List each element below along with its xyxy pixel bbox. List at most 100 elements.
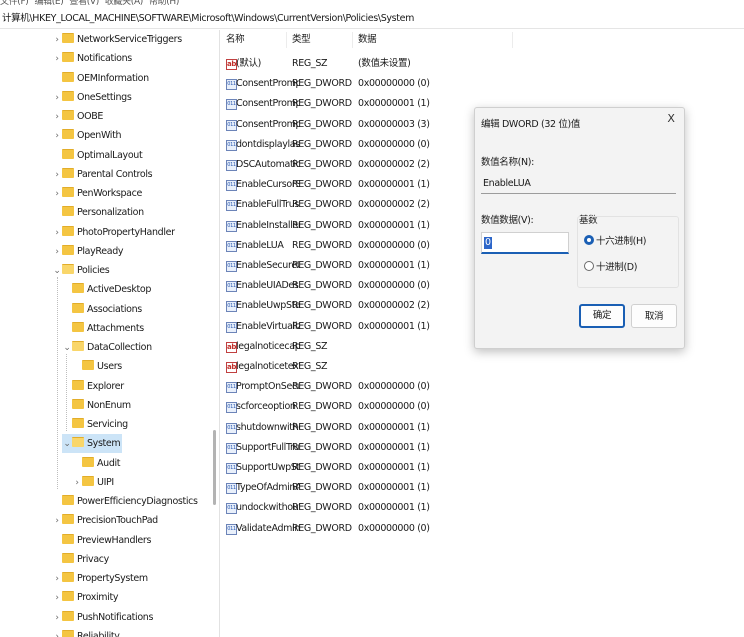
radio-hex[interactable]: 十六进制(H): [584, 235, 744, 249]
value-row[interactable]: 011PromptOnSecu...REG_DWORD0x00000000 (0…: [222, 377, 522, 397]
address-bar[interactable]: 计算机\HKEY_LOCAL_MACHINE\SOFTWARE\Microsof…: [0, 10, 744, 29]
column-divider[interactable]: [286, 32, 287, 48]
ok-button[interactable]: 确定: [579, 304, 625, 328]
column-header-type[interactable]: 类型: [292, 30, 311, 50]
value-name-field[interactable]: EnableLUA: [481, 174, 676, 194]
value-row[interactable]: 011ValidateAdmin...REG_DWORD0x00000000 (…: [222, 519, 522, 539]
chevron-right-icon[interactable]: ›: [52, 224, 62, 243]
value-type: REG_SZ: [292, 340, 328, 352]
tree-node[interactable]: Servicing: [62, 415, 130, 434]
close-icon[interactable]: X: [664, 112, 678, 126]
column-divider[interactable]: [352, 32, 353, 48]
tree-node[interactable]: › PropertySystem: [52, 569, 150, 588]
value-type: REG_DWORD: [292, 462, 352, 473]
chevron-down-icon[interactable]: ⌄: [62, 339, 72, 358]
value-type: REG_DWORD: [292, 401, 352, 413]
tree-node[interactable]: › OneSettings: [52, 88, 133, 107]
tree-node[interactable]: NonEnum: [62, 396, 133, 415]
tree-node[interactable]: PreviewHandlers: [52, 531, 153, 550]
tree-node[interactable]: OEMInformation: [52, 69, 151, 88]
tree-node[interactable]: PowerEfficiencyDiagnostics: [52, 492, 200, 511]
chevron-right-icon[interactable]: ›: [52, 166, 62, 185]
value-name: TypeOfAdminA...: [236, 482, 300, 494]
menu-item[interactable]: 收藏夹(A): [105, 0, 143, 7]
pane-splitter[interactable]: [219, 30, 220, 637]
value-type: REG_DWORD: [292, 381, 352, 393]
chevron-right-icon[interactable]: ›: [52, 108, 62, 127]
folder-icon: [72, 379, 84, 390]
column-divider[interactable]: [512, 32, 513, 48]
tree-node[interactable]: › Reliability: [52, 627, 122, 637]
tree-node[interactable]: ⌄ Policies: [52, 261, 111, 280]
tree-node[interactable]: Personalization: [52, 203, 146, 222]
value-row[interactable]: 011ConsentPromp...REG_DWORD0x00000000 (0…: [222, 74, 522, 94]
radio-decimal-dot[interactable]: [584, 261, 594, 271]
folder-open-icon: [72, 341, 84, 351]
radio-decimal[interactable]: 十进制(D): [584, 261, 744, 275]
folder-icon: [82, 456, 94, 467]
tree-node[interactable]: Attachments: [62, 319, 146, 338]
value-row[interactable]: 011SupportUwpSt...REG_DWORD0x00000001 (1…: [222, 458, 522, 478]
folder-open-icon: [62, 264, 74, 274]
tree-scrollbar-thumb[interactable]: [213, 430, 216, 505]
tree-node[interactable]: Audit: [72, 454, 122, 473]
tree-node[interactable]: OptimalLayout: [52, 146, 144, 165]
chevron-right-icon[interactable]: ›: [52, 31, 62, 50]
tree-node[interactable]: › NetworkServiceTriggers: [52, 30, 184, 49]
tree-node-label: Personalization: [77, 207, 144, 219]
chevron-right-icon[interactable]: ›: [52, 628, 62, 637]
chevron-right-icon[interactable]: ›: [52, 512, 62, 531]
tree-node[interactable]: › OOBE: [52, 107, 105, 126]
tree-node[interactable]: › Parental Controls: [52, 165, 154, 184]
value-row[interactable]: ab (默认) REG_SZ (数值未设置): [222, 54, 522, 74]
value-name: EnableUwpSta...: [236, 300, 300, 312]
chevron-right-icon[interactable]: ›: [52, 609, 62, 628]
column-header-name[interactable]: 名称: [226, 30, 245, 50]
tree-node[interactable]: ⌄ DataCollection: [62, 338, 154, 357]
column-header-data[interactable]: 数据: [358, 30, 377, 50]
tree-node[interactable]: › Notifications: [52, 49, 134, 68]
chevron-right-icon[interactable]: ›: [52, 589, 62, 608]
chevron-right-icon[interactable]: ›: [52, 127, 62, 146]
tree-node[interactable]: Users: [72, 357, 124, 376]
cancel-button[interactable]: 取消: [631, 304, 677, 328]
tree-node[interactable]: Privacy: [52, 550, 111, 569]
chevron-right-icon[interactable]: ›: [52, 570, 62, 589]
chevron-right-icon[interactable]: ›: [52, 243, 62, 262]
value-row[interactable]: ab legalnoticetext REG_SZ: [222, 357, 522, 377]
value-type: REG_DWORD: [292, 320, 352, 332]
tree-node[interactable]: ⌄ System: [62, 434, 123, 454]
value-row[interactable]: 011SupportFullTru...REG_DWORD0x00000001 …: [222, 438, 522, 458]
chevron-right-icon[interactable]: ›: [52, 185, 62, 204]
tree-node[interactable]: Associations: [62, 300, 144, 319]
value-type: REG_DWORD: [292, 199, 352, 211]
tree-node[interactable]: › OpenWith: [52, 126, 123, 145]
chevron-right-icon[interactable]: ›: [52, 89, 62, 108]
chevron-right-icon[interactable]: ›: [72, 474, 82, 493]
value-row[interactable]: 011undockwithout...REG_DWORD0x00000001 (…: [222, 498, 522, 518]
value-row[interactable]: 011shutdownwitho...REG_DWORD0x00000001 (…: [222, 418, 522, 438]
value-row[interactable]: 011 scforceoption REG_DWORD 0x00000000 (0): [222, 397, 522, 417]
value-name: SupportUwpSt...: [236, 462, 300, 473]
tree-node[interactable]: Explorer: [62, 377, 126, 396]
tree-node-label: PrecisionTouchPad: [77, 515, 158, 527]
menu-item[interactable]: 查看(V): [69, 0, 99, 7]
tree-node[interactable]: › PlayReady: [52, 242, 125, 261]
chevron-right-icon[interactable]: ›: [52, 50, 62, 69]
radio-hex-dot[interactable]: [584, 235, 594, 245]
menu-item[interactable]: 文件(F): [0, 0, 29, 7]
menu-item[interactable]: 帮助(H): [149, 0, 179, 7]
menu-item[interactable]: 编辑(E): [34, 0, 63, 7]
tree-node[interactable]: › PushNotifications: [52, 608, 155, 627]
chevron-down-icon[interactable]: ⌄: [62, 435, 72, 454]
value-data-input[interactable]: 0: [481, 232, 569, 254]
tree-node[interactable]: ActiveDesktop: [62, 280, 153, 299]
folder-icon: [72, 398, 84, 409]
tree-node[interactable]: › UIPI: [72, 473, 116, 492]
tree-node[interactable]: › Proximity: [52, 588, 120, 607]
tree-node[interactable]: › PenWorkspace: [52, 184, 144, 203]
tree-node[interactable]: › PrecisionTouchPad: [52, 511, 160, 530]
value-row[interactable]: 011TypeOfAdminA...REG_DWORD0x00000001 (1…: [222, 478, 522, 498]
tree-guide-line: [57, 277, 58, 489]
tree-node[interactable]: › PhotoPropertyHandler: [52, 223, 177, 242]
